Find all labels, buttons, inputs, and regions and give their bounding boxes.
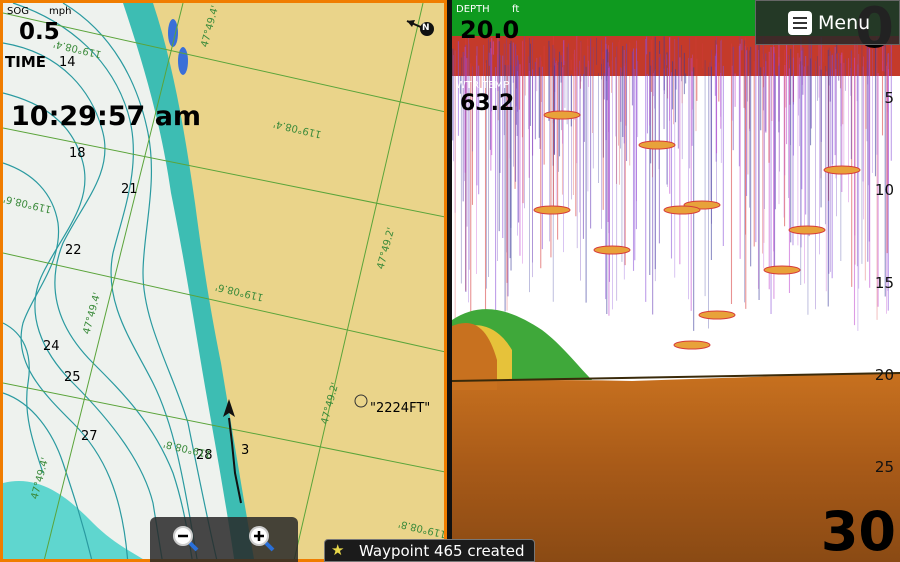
- depth-unit: ft: [512, 4, 520, 15]
- chart-pane[interactable]: SOG mph 0.5 TIME 14 10:29:57 am N 18 21 …: [0, 0, 447, 562]
- fish-arch: [533, 205, 571, 215]
- waypoint-marker: [354, 394, 368, 408]
- menu-button[interactable]: Menu: [755, 0, 900, 45]
- north-letter: N: [422, 23, 430, 33]
- time-label: TIME: [5, 53, 46, 71]
- fish-arch: [593, 245, 631, 255]
- sonar-noise: [452, 36, 892, 333]
- depth-sounding: 18: [69, 146, 86, 161]
- waypoint-toast: ★ Waypoint 465 created: [324, 539, 535, 562]
- depth-scale-mark: 15: [874, 274, 894, 292]
- sog-label: SOG: [7, 6, 29, 17]
- range-bottom: 30: [820, 500, 896, 562]
- zoom-in-icon[interactable]: [246, 523, 276, 553]
- water-temp-value: 63.2: [460, 91, 515, 116]
- depth-sounding: 3: [241, 443, 250, 458]
- fish-arch: [638, 140, 676, 150]
- fish-arch: [788, 225, 826, 235]
- fish-arch: [673, 340, 711, 350]
- depth-sounding: 24: [43, 339, 60, 354]
- clock: 10:29:57 am: [11, 101, 202, 132]
- buoy-mark: [178, 47, 188, 75]
- menu-icon: [788, 11, 812, 35]
- fish-arches: [533, 110, 861, 350]
- sog-unit: mph: [49, 6, 72, 17]
- waypoint-label[interactable]: "2224FT": [370, 401, 430, 416]
- depth-sounding: 21: [121, 182, 138, 197]
- sonar-pane[interactable]: DEPTH ft 20.0 WTR TEMP 63.2 0 30 5 10 15…: [452, 0, 900, 562]
- north-icon: [406, 20, 434, 36]
- zoom-controls: [150, 517, 298, 562]
- menu-label: Menu: [818, 12, 871, 34]
- depth-sounding: 27: [81, 429, 98, 444]
- sonar-display[interactable]: [452, 0, 900, 562]
- fish-arch: [763, 265, 801, 275]
- depth-label: DEPTH: [456, 4, 490, 15]
- depth-sounding: 22: [65, 243, 82, 258]
- fish-arch: [698, 310, 736, 320]
- depth-scale-mark: 20: [874, 366, 894, 384]
- depth-scale-mark: 10: [874, 181, 894, 199]
- fish-arch: [823, 165, 861, 175]
- fish-arch: [543, 110, 581, 120]
- toast-text: Waypoint 465 created: [359, 542, 525, 560]
- zoom-out-icon[interactable]: [170, 523, 200, 553]
- depth-sounding: 25: [64, 370, 81, 385]
- star-icon: ★: [331, 541, 345, 559]
- time-hours: 14: [59, 55, 76, 70]
- fish-arch: [663, 205, 701, 215]
- depth-scale-mark: 25: [874, 458, 894, 476]
- water-temp-label: WTR TEMP: [456, 80, 510, 91]
- depth-value: 20.0: [460, 16, 520, 44]
- depth-scale-mark: 5: [884, 89, 894, 107]
